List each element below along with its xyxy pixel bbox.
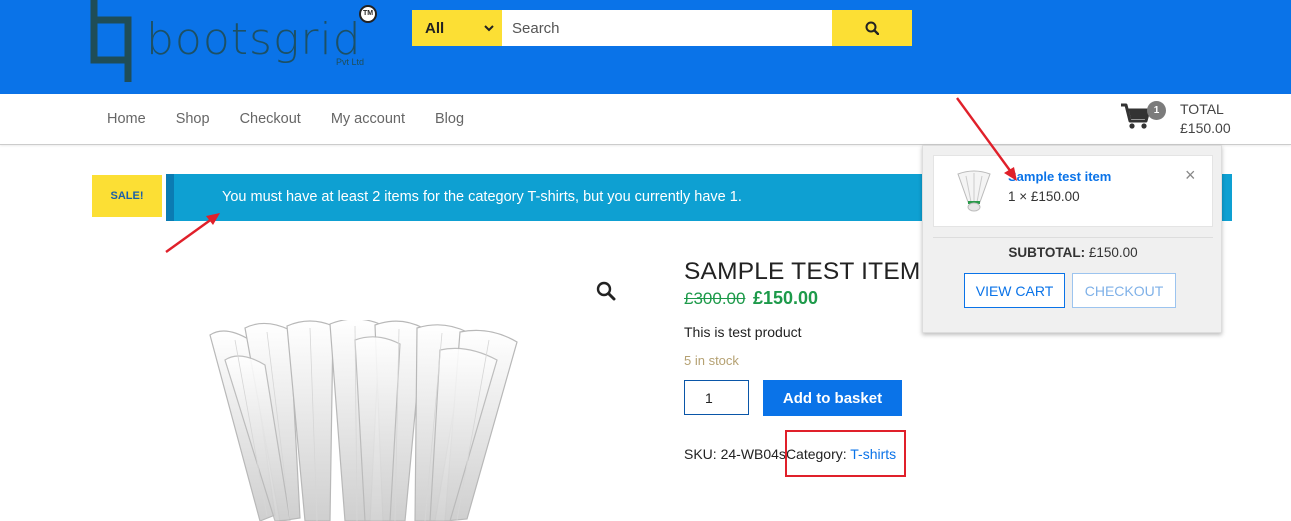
add-to-basket-button[interactable]: Add to basket — [763, 380, 902, 416]
zoom-icon[interactable] — [596, 281, 616, 301]
search-category-select[interactable]: All — [412, 10, 502, 46]
site-logo[interactable]: bootsgrid Pvt Ltd TM — [88, 0, 388, 82]
logo-subtitle: Pvt Ltd — [336, 57, 365, 67]
nav-item-my-account[interactable]: My account — [316, 111, 420, 127]
nav-item-shop[interactable]: Shop — [161, 111, 225, 127]
mini-cart-item-quantity: 1 × £150.00 — [1008, 189, 1080, 204]
search-category-value: All — [425, 19, 445, 37]
arrow-to-notice — [165, 215, 217, 253]
trademark-badge: TM — [359, 5, 377, 23]
logo-mark-icon — [90, 0, 132, 82]
regular-price: £300.00 — [684, 289, 746, 308]
mini-cart-item-name[interactable]: Sample test item — [1008, 169, 1111, 184]
mini-cart-thumbnail[interactable] — [956, 170, 992, 212]
checkout-button[interactable]: CHECKOUT — [1072, 273, 1176, 308]
divider — [933, 237, 1213, 238]
nav-item-checkout[interactable]: Checkout — [225, 111, 316, 127]
sale-badge: SALE! — [92, 175, 162, 217]
site-header: bootsgrid Pvt Ltd TM All — [0, 0, 1291, 94]
sku-value: 24-WB04s — [720, 446, 786, 462]
search-bar: All — [412, 10, 912, 46]
cart-total-value: £150.00 — [1180, 120, 1231, 136]
search-input[interactable] — [502, 10, 832, 46]
search-button[interactable] — [832, 10, 912, 46]
sale-price: £150.00 — [753, 288, 819, 308]
product-title: SAMPLE TEST ITEM — [684, 258, 921, 285]
mini-cart-dropdown: Sample test item 1 × £150.00 × SUBTOTAL:… — [922, 145, 1222, 333]
quantity-input[interactable] — [684, 380, 749, 415]
logo-text: bootsgrid — [146, 14, 362, 65]
view-cart-button[interactable]: VIEW CART — [964, 273, 1065, 308]
search-icon — [865, 21, 879, 35]
nav-item-blog[interactable]: Blog — [420, 111, 479, 127]
mini-cart-item: Sample test item 1 × £150.00 × — [933, 155, 1213, 227]
remove-item-icon[interactable]: × — [1185, 166, 1196, 184]
header-cart[interactable]: 1 TOTAL £150.00 — [1120, 100, 1250, 140]
sku-label: SKU: — [684, 446, 717, 462]
main-navbar: Home Shop Checkout My account Blog — [0, 94, 1291, 145]
stock-status: 5 in stock — [684, 353, 739, 368]
mini-cart-subtotal: SUBTOTAL: £150.00 — [923, 245, 1223, 260]
nav-item-home[interactable]: Home — [92, 111, 161, 127]
product-description: This is test product — [684, 324, 802, 340]
product-image[interactable] — [205, 320, 525, 521]
chevron-down-icon — [484, 24, 494, 31]
cart-total-label: TOTAL — [1180, 101, 1224, 117]
annotation-highlight-box — [785, 430, 906, 477]
subtotal-label: SUBTOTAL: — [1008, 245, 1086, 260]
subtotal-value: £150.00 — [1088, 245, 1138, 260]
cart-count-badge: 1 — [1147, 101, 1166, 120]
main-nav: Home Shop Checkout My account Blog — [92, 94, 479, 144]
